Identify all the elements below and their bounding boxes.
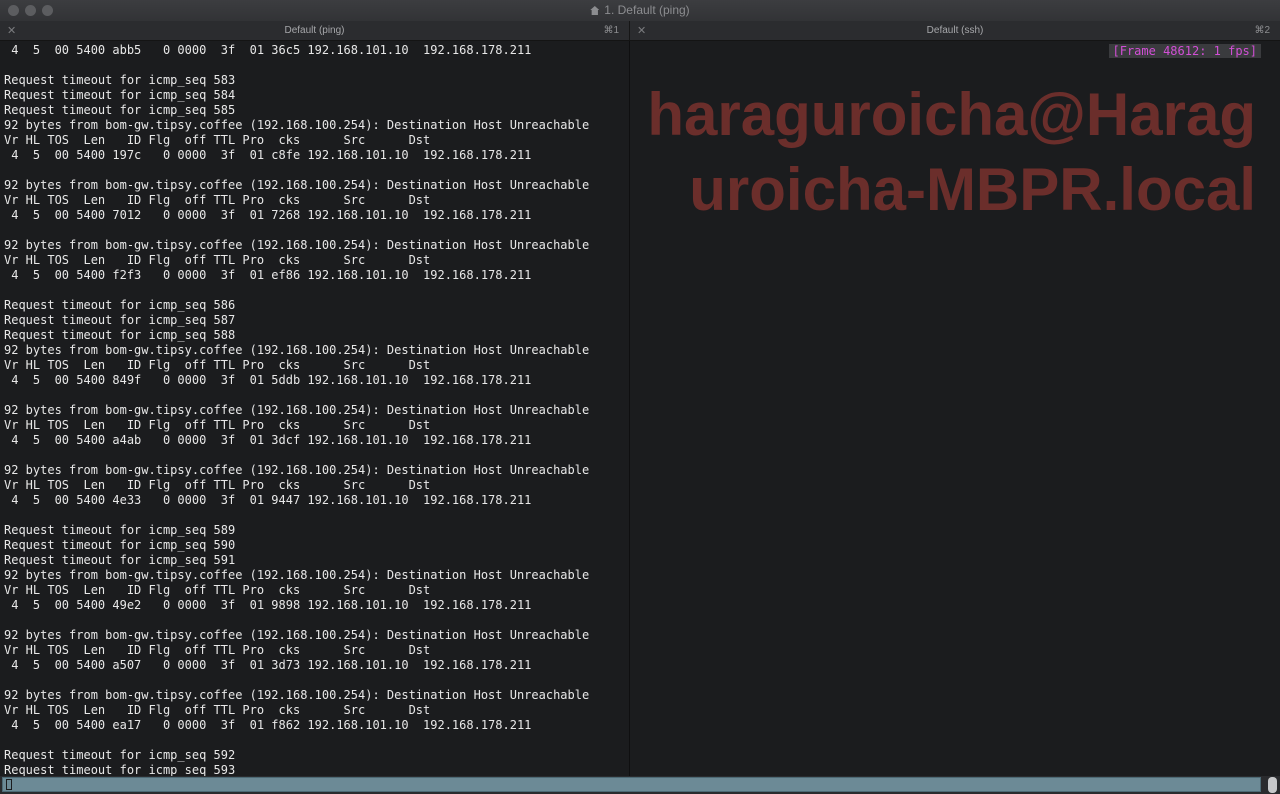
terminal-line: Request timeout for icmp_seq 593 [4,763,236,776]
text-cursor [6,779,12,790]
terminal-line: 4 5 00 5400 49e2 0 0000 3f 01 9898 192.1… [4,598,532,612]
terminal-line: Request timeout for icmp_seq 589 [4,523,236,537]
terminal-line: Vr HL TOS Len ID Flg off TTL Pro cks Src… [4,583,431,597]
terminal-output: 4 5 00 5400 abb5 0 0000 3f 01 36c5 192.1… [4,43,589,776]
terminal-line: Vr HL TOS Len ID Flg off TTL Pro cks Src… [4,703,431,717]
terminal-line: Vr HL TOS Len ID Flg off TTL Pro cks Src… [4,253,431,267]
terminal-line: 92 bytes from bom-gw.tipsy.coffee (192.1… [4,568,590,582]
terminal-line: 4 5 00 5400 abb5 0 0000 3f 01 36c5 192.1… [4,43,532,57]
terminal-line: Vr HL TOS Len ID Flg off TTL Pro cks Src… [4,358,431,372]
terminal-line: 4 5 00 5400 197c 0 0000 3f 01 c8fe 192.1… [4,148,532,162]
hostname-line: haraguroicha@Harag [647,81,1256,148]
terminal-line: Request timeout for icmp_seq 590 [4,538,236,552]
tab-label: Default (ping) [284,25,345,36]
terminal-pane-ssh[interactable]: [Frame 48612: 1 fps] haraguroicha@Harag … [630,41,1280,776]
tab-shortcut: ⌘2 [1254,25,1270,36]
terminal-line: Vr HL TOS Len ID Flg off TTL Pro cks Src… [4,418,431,432]
terminal-line: Vr HL TOS Len ID Flg off TTL Pro cks Src… [4,478,431,492]
terminal-line: Request timeout for icmp_seq 592 [4,748,236,762]
terminal-line: 4 5 00 5400 849f 0 0000 3f 01 5ddb 192.1… [4,373,532,387]
terminal-line: Request timeout for icmp_seq 588 [4,328,236,342]
frame-badge: [Frame 48612: 1 fps] [1108,44,1261,58]
hostname-banner: haraguroicha@Harag uroicha-MBPR.local [630,77,1256,227]
title-bar[interactable]: 1. Default (ping) [0,0,1280,22]
scrollbar-thumb[interactable] [1268,777,1277,793]
terminal-line: 92 bytes from bom-gw.tipsy.coffee (192.1… [4,688,590,702]
terminal-window: 1. Default (ping) ✕ Default (ping) ⌘1 ✕ … [0,0,1280,794]
terminal-line: 4 5 00 5400 a507 0 0000 3f 01 3d73 192.1… [4,658,532,672]
command-input-bar [0,776,1280,794]
terminal-line: 92 bytes from bom-gw.tipsy.coffee (192.1… [4,463,590,477]
terminal-line: 92 bytes from bom-gw.tipsy.coffee (192.1… [4,178,590,192]
terminal-line: Request timeout for icmp_seq 585 [4,103,236,117]
terminal-line: Request timeout for icmp_seq 591 [4,553,236,567]
tab-default-ssh[interactable]: ✕ Default (ssh) ⌘2 [630,21,1280,40]
hostname-line: uroicha-MBPR.local [689,156,1256,223]
window-title: 1. Default (ping) [0,3,1280,17]
home-icon [590,6,600,15]
terminal-line: 92 bytes from bom-gw.tipsy.coffee (192.1… [4,628,590,642]
terminal-line: 4 5 00 5400 4e33 0 0000 3f 01 9447 192.1… [4,493,532,507]
terminal-line: Request timeout for icmp_seq 587 [4,313,236,327]
tab-label: Default (ssh) [926,25,984,36]
tab-bar: ✕ Default (ping) ⌘1 ✕ Default (ssh) ⌘2 [0,21,1280,41]
tab-shortcut: ⌘1 [603,25,619,36]
terminal-line: 4 5 00 5400 7012 0 0000 3f 01 7268 192.1… [4,208,532,222]
terminal-line: 4 5 00 5400 f2f3 0 0000 3f 01 ef86 192.1… [4,268,532,282]
terminal-line: Request timeout for icmp_seq 586 [4,298,236,312]
terminal-line: Vr HL TOS Len ID Flg off TTL Pro cks Src… [4,133,431,147]
terminal-pane-ping[interactable]: 4 5 00 5400 abb5 0 0000 3f 01 36c5 192.1… [0,41,629,776]
terminal-line: Request timeout for icmp_seq 584 [4,88,236,102]
terminal-line: Vr HL TOS Len ID Flg off TTL Pro cks Src… [4,643,431,657]
terminal-line: Request timeout for icmp_seq 583 [4,73,236,87]
terminal-line: Vr HL TOS Len ID Flg off TTL Pro cks Src… [4,193,431,207]
terminal-line: 4 5 00 5400 ea17 0 0000 3f 01 f862 192.1… [4,718,532,732]
terminal-line: 92 bytes from bom-gw.tipsy.coffee (192.1… [4,238,590,252]
terminal-line: 92 bytes from bom-gw.tipsy.coffee (192.1… [4,403,590,417]
command-input[interactable] [2,777,1261,792]
window-title-text: 1. Default (ping) [604,3,690,17]
terminal-line: 92 bytes from bom-gw.tipsy.coffee (192.1… [4,343,590,357]
tab-default-ping[interactable]: ✕ Default (ping) ⌘1 [0,21,630,40]
terminal-line: 4 5 00 5400 a4ab 0 0000 3f 01 3dcf 192.1… [4,433,532,447]
terminal-line: 92 bytes from bom-gw.tipsy.coffee (192.1… [4,118,590,132]
